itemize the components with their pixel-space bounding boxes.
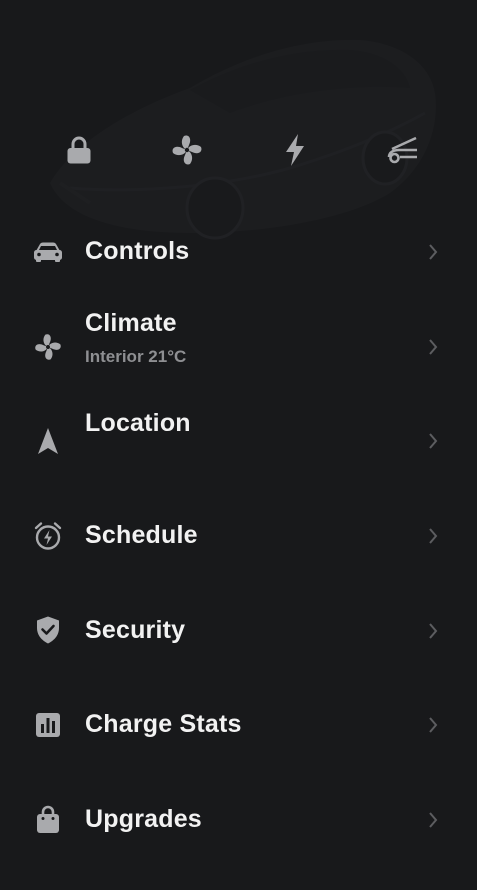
alarm-clock-bolt-icon [28,516,68,556]
frunk-icon [387,136,417,164]
menu-item-label: Security [85,616,186,644]
menu-item-schedule[interactable]: Schedule [0,494,477,578]
chevron-right-icon [424,335,442,359]
fan-icon [28,327,68,367]
menu-item-label: Schedule [85,521,198,549]
menu-item-label: Upgrades [85,805,202,833]
chevron-right-icon [424,240,442,264]
menu-item-upgrades[interactable]: Upgrades [0,779,477,863]
menu-item-security[interactable]: Security [0,589,477,673]
chevron-right-icon [424,713,442,737]
lightning-bolt-icon [286,134,304,166]
chevron-right-icon [424,619,442,643]
menu-item-label: Charge Stats [85,710,242,738]
charge-port-button[interactable] [265,120,325,180]
menu-item-charge-stats[interactable]: Charge Stats [0,684,477,768]
chevron-right-icon [424,429,442,453]
bar-chart-icon [28,705,68,745]
quick-actions-bar [0,120,477,180]
chevron-right-icon [424,524,442,548]
climate-quick-button[interactable] [157,120,217,180]
lock-icon [67,136,91,164]
lock-button[interactable] [49,120,109,180]
fan-icon [172,135,202,165]
menu-item-climate[interactable]: Climate Interior 21°C [0,306,477,390]
shield-check-icon [28,610,68,650]
menu-item-label: Location [85,409,191,437]
shopping-bag-icon [28,800,68,840]
car-icon [28,232,68,272]
menu-item-controls[interactable]: Controls [0,210,477,294]
chevron-right-icon [424,808,442,832]
menu-item-location[interactable]: Location [0,400,477,484]
frunk-button[interactable] [373,120,433,180]
menu-item-label: Climate [85,309,177,337]
menu-item-label: Controls [85,237,190,265]
climate-status-text: Interior 21°C [85,347,187,366]
navigation-arrow-icon [28,421,68,461]
app-screen: Controls Climate Interior 21°C Location … [0,0,477,890]
